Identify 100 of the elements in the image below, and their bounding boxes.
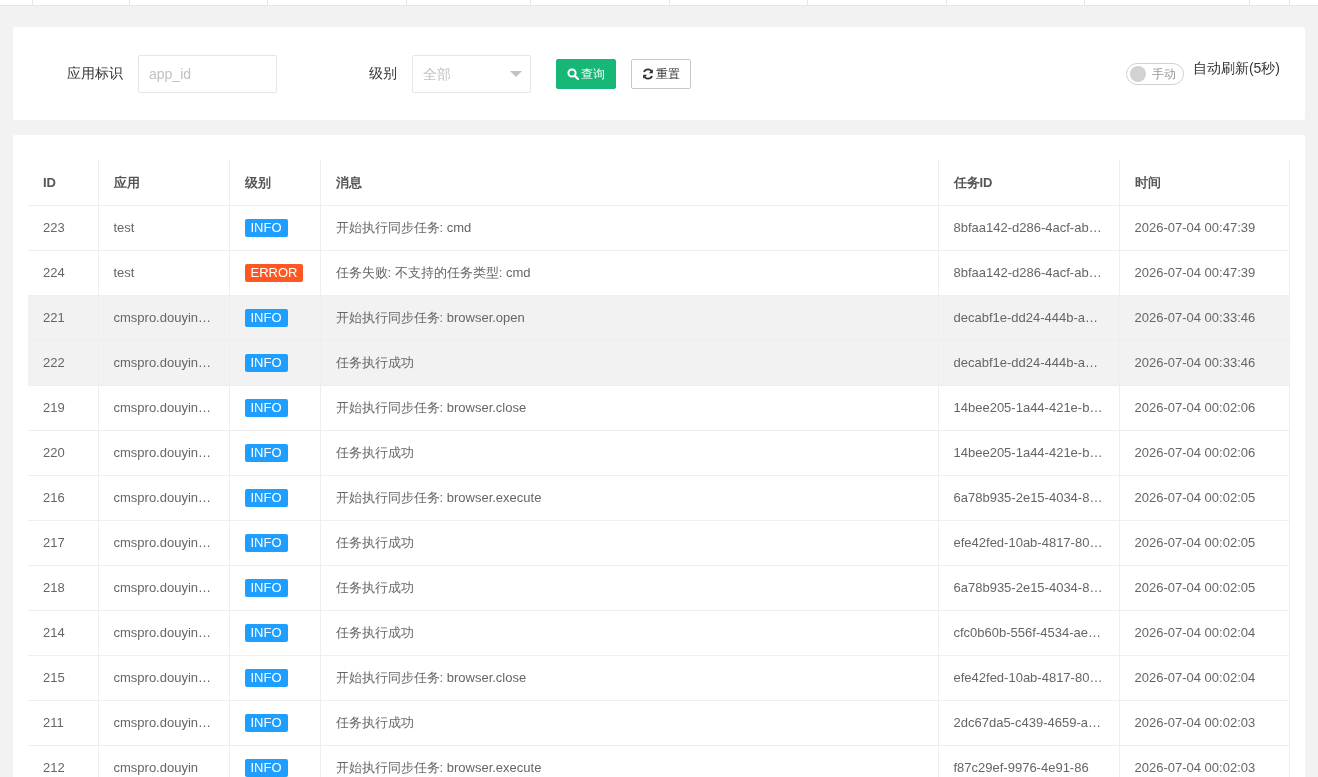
table-cell: 223 [28,205,98,250]
level-tag: INFO [244,399,288,418]
table-cell: cmspro.douyin… [98,565,229,610]
level-tag: INFO [244,759,288,777]
column-header: 任务ID [938,160,1119,205]
table-cell: 216 [28,475,98,520]
table-cell: 任务执行成功 [320,340,938,385]
table-row[interactable]: 220 cmspro.douyin… INFO 任务执行成功 14bee205-1a44-421e-b… 2026-07-04 00:02:06 [28,430,1289,475]
table-cell: cmspro.douyin… [98,700,229,745]
table-cell: efe42fed-10ab-4817-80… [938,520,1119,565]
table-row[interactable]: 212 cmspro.douyin INFO 开始执行同步任务: browser.execute f87c29ef-9976-4e91-86 2026-07-04 00:02:03 [28,745,1289,777]
table-row[interactable]: 218 cmspro.douyin… INFO 任务执行成功 6a78b935-2e15-4034-8… 2026-07-04 00:02:05 [28,565,1289,610]
table-cell: 任务执行成功 [320,610,938,655]
caret-icon [510,70,522,77]
level-tag: INFO [244,354,288,373]
table-cell: 215 [28,655,98,700]
table-cell: 任务执行成功 [320,520,938,565]
level-tag: INFO [244,624,288,643]
table-cell: 任务执行成功 [320,565,938,610]
level-tag: ERROR [244,264,304,283]
refresh-icon [642,67,654,80]
switch-knob-icon [1129,65,1146,82]
table-row[interactable]: 217 cmspro.douyin… INFO 任务执行成功 efe42fed-10ab-4817-80… 2026-07-04 00:02:05 [28,520,1289,565]
level-tag: INFO [244,219,288,238]
table-row[interactable]: 215 cmspro.douyin… INFO 开始执行同步任务: browser.close efe42fed-10ab-4817-80… 2026-07-04 00:02:04 [28,655,1289,700]
table-cell: cmspro.douyin… [98,430,229,475]
table-row[interactable]: 224 test ERROR 任务失败: 不支持的任务类型: cmd 8bfaa142-d286-4acf-ab… 2026-07-04 00:47:39 [28,250,1289,295]
app-id-field[interactable]: app_id [138,54,277,93]
level-tag: INFO [244,534,288,553]
table-cell: efe42fed-10ab-4817-80… [938,655,1119,700]
table-cell: 开始执行同步任务: browser.execute [320,475,938,520]
column-header: 级别 [229,160,320,205]
table-cell: 2026-07-04 00:33:46 [1119,295,1289,340]
table-row[interactable]: 216 cmspro.douyin… INFO 开始执行同步任务: browser.execute 6a78b935-2e15-4034-8… 2026-07-04 00:02:05 [28,475,1289,520]
table-cell: cmspro.douyin… [98,295,229,340]
table-cell: 14bee205-1a44-421e-b… [938,430,1119,475]
table-cell: 2026-07-04 00:02:03 [1119,745,1289,777]
table-cell: 2026-07-04 00:02:04 [1119,655,1289,700]
table-cell: 218 [28,565,98,610]
level-tag: INFO [244,714,288,733]
auto-refresh-label: 自动刷新(5秒) [1192,59,1280,78]
table-cell: 2026-07-04 00:47:39 [1119,205,1289,250]
column-header: 应用 [98,160,229,205]
table-cell: 2026-07-04 00:02:05 [1119,520,1289,565]
table-cell: 2026-07-04 00:33:46 [1119,340,1289,385]
table-cell: 开始执行同步任务: cmd [320,205,938,250]
level-tag: INFO [244,489,288,508]
table-cell: 219 [28,385,98,430]
table-row[interactable]: 223 test INFO 开始执行同步任务: cmd 8bfaa142-d286-4acf-ab… 2026-07-04 00:47:39 [28,205,1289,250]
level-tag: INFO [244,444,288,463]
table-cell: 开始执行同步任务: browser.close [320,655,938,700]
table-cell: 222 [28,340,98,385]
table-cell: 2026-07-04 00:02:03 [1119,700,1289,745]
column-header: ID [28,160,98,205]
table-row[interactable]: 214 cmspro.douyin… INFO 任务执行成功 cfc0b60b-556f-4534-ae… 2026-07-04 00:02:04 [28,610,1289,655]
field-label: 级别 [368,64,398,83]
search-icon [567,67,579,80]
table-cell: 开始执行同步任务: browser.open [320,295,938,340]
table-cell: 2dc67da5-c439-4659-a… [938,700,1119,745]
table-cell: 2026-07-04 00:02:05 [1119,475,1289,520]
table-cell: f87c29ef-9976-4e91-86 [938,745,1119,777]
table-cell: cmspro.douyin… [98,385,229,430]
table-row[interactable]: 222 cmspro.douyin… INFO 任务执行成功 decabf1e-dd24-444b-a… 2026-07-04 00:33:46 [28,340,1289,385]
table-cell: 214 [28,610,98,655]
table-cell: 2026-07-04 00:47:39 [1119,250,1289,295]
table-cell: 224 [28,250,98,295]
table-cell: 220 [28,430,98,475]
table-cell: 2026-07-04 00:02:06 [1119,385,1289,430]
table-cell: 开始执行同步任务: browser.close [320,385,938,430]
table-cell: 任务失败: 不支持的任务类型: cmd [320,250,938,295]
reset-button[interactable]: 重置 [631,58,691,89]
table-cell: cmspro.douyin… [98,655,229,700]
table-row[interactable]: 219 cmspro.douyin… INFO 开始执行同步任务: browser.close 14bee205-1a44-421e-b… 2026-07-04 00:02:06 [28,385,1289,430]
field-label: 应用标识 [66,64,124,83]
table-cell: cmspro.douyin… [98,610,229,655]
level-select[interactable]: 全部 [412,54,531,93]
table-cell: 2026-07-04 00:02:06 [1119,430,1289,475]
table-cell: 212 [28,745,98,777]
table-cell: cfc0b60b-556f-4534-ae… [938,610,1119,655]
table-row[interactable]: 221 cmspro.douyin… INFO 开始执行同步任务: browser.open decabf1e-dd24-444b-a… 2026-07-04 00:33:46 [28,295,1289,340]
table-cell: cmspro.douyin… [98,475,229,520]
column-header: 消息 [320,160,938,205]
table-cell: 8bfaa142-d286-4acf-ab… [938,205,1119,250]
table-cell: 14bee205-1a44-421e-b… [938,385,1119,430]
table-cell: 任务执行成功 [320,430,938,475]
level-tag: INFO [244,669,288,688]
table-cell: 2026-07-04 00:02:04 [1119,610,1289,655]
table-cell: decabf1e-dd24-444b-a… [938,340,1119,385]
table-cell: 221 [28,295,98,340]
table-cell: test [98,205,229,250]
column-header: 时间 [1119,160,1289,205]
table-cell: cmspro.douyin… [98,520,229,565]
table-cell: test [98,250,229,295]
table-row[interactable]: 211 cmspro.douyin… INFO 任务执行成功 2dc67da5-c439-4659-a… 2026-07-04 00:02:03 [28,700,1289,745]
table-cell: 开始执行同步任务: browser.execute [320,745,938,777]
table-cell: 6a78b935-2e15-4034-8… [938,475,1119,520]
level-tag: INFO [244,579,288,598]
table-cell: cmspro.douyin [98,745,229,777]
table-cell: 211 [28,700,98,745]
table-cell: 2026-07-04 00:02:05 [1119,565,1289,610]
